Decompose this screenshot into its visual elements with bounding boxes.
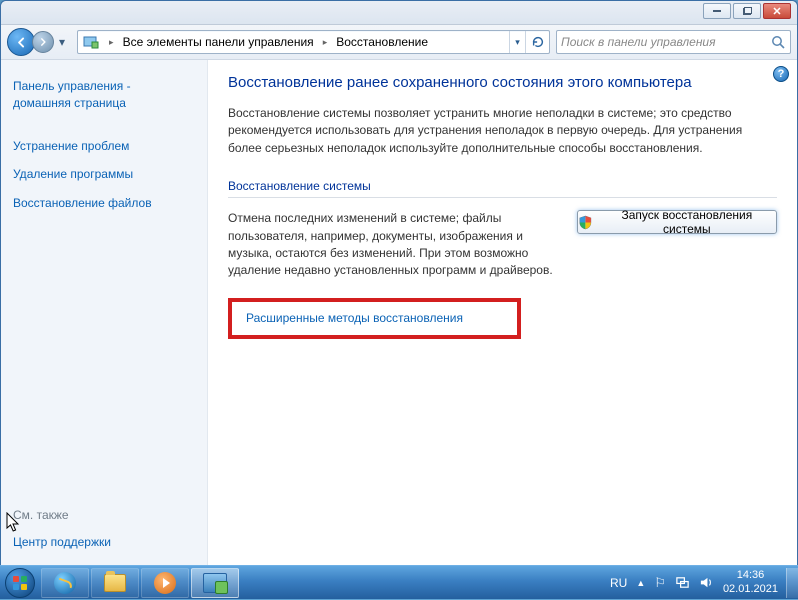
language-indicator[interactable]: RU [610,576,627,590]
sidebar-home-line1: Панель управления - [13,79,131,93]
minimize-button[interactable] [703,3,731,19]
sidebar-home-line2: домашняя страница [13,96,126,110]
clock-date: 02.01.2021 [723,583,778,596]
taskbar-item-ie[interactable] [41,568,89,598]
history-dropdown[interactable]: ▾ [57,35,67,49]
see-also-label: См. также [13,508,195,522]
sidebar-item-action-center[interactable]: Центр поддержки [13,534,195,551]
control-panel-icon [203,573,227,593]
taskbar: RU ▲ ⚐ 14:36 02.01.2021 [0,565,798,599]
action-center-flag-icon[interactable]: ⚐ [654,575,666,591]
folder-icon [104,574,126,592]
maximize-button[interactable] [733,3,761,19]
volume-icon[interactable] [699,575,714,590]
internet-explorer-icon [54,572,76,594]
start-button[interactable] [0,566,40,600]
page-title: Восстановление ранее сохраненного состоя… [228,74,777,91]
network-icon[interactable] [675,575,690,590]
page-description: Восстановление системы позволяет устрани… [228,105,777,157]
breadcrumb-dropdown[interactable]: ▾ [509,31,525,53]
breadcrumb[interactable]: ▸ Все элементы панели управления ▸ Восст… [77,30,550,54]
system-tray: RU ▲ ⚐ 14:36 02.01.2021 [602,569,786,595]
taskbar-item-control-panel[interactable] [191,568,239,598]
search-box[interactable] [556,30,791,54]
search-input[interactable] [561,35,770,49]
section-heading-system-restore: Восстановление системы [228,179,777,198]
control-panel-home-link[interactable]: Панель управления - домашняя страница [13,78,195,112]
search-icon [770,34,786,50]
main-content: ? Восстановление ранее сохраненного сост… [208,60,797,569]
launch-system-restore-button[interactable]: Запуск восстановления системы [577,210,777,234]
tray-overflow-icon[interactable]: ▲ [636,578,645,588]
control-panel-icon [82,33,100,51]
sidebar-item-file-recovery[interactable]: Восстановление файлов [13,195,195,212]
window-titlebar: ✕ [1,1,797,25]
shield-icon [578,215,593,230]
taskbar-item-explorer[interactable] [91,568,139,598]
taskbar-item-mediaplayer[interactable] [141,568,189,598]
control-panel-window: ✕ ▾ ▸ Все элементы панели управления ▸ В… [0,0,798,570]
close-button[interactable]: ✕ [763,3,791,19]
refresh-button[interactable] [525,31,549,53]
sidebar: Панель управления - домашняя страница Ус… [1,60,208,569]
breadcrumb-item-recovery[interactable]: Восстановление [332,35,432,49]
advanced-recovery-link[interactable]: Расширенные методы восстановления [246,311,463,325]
show-desktop-button[interactable] [786,568,798,598]
system-restore-description: Отмена последних изменений в системе; фа… [228,210,557,280]
help-icon[interactable]: ? [773,66,789,82]
highlighted-region: Расширенные методы восстановления [228,298,521,339]
forward-button[interactable] [32,31,54,53]
media-player-icon [154,572,176,594]
sidebar-item-uninstall[interactable]: Удаление программы [13,166,195,183]
chevron-right-icon: ▸ [104,37,119,48]
launch-restore-label: Запуск восстановления системы [598,208,776,236]
taskbar-clock[interactable]: 14:36 02.01.2021 [723,569,778,595]
chevron-right-icon: ▸ [318,37,333,48]
clock-time: 14:36 [723,569,778,582]
breadcrumb-item-all[interactable]: Все элементы панели управления [119,35,318,49]
back-button[interactable] [7,28,35,56]
sidebar-item-troubleshoot[interactable]: Устранение проблем [13,138,195,155]
address-bar: ▾ ▸ Все элементы панели управления ▸ Вос… [1,25,797,60]
